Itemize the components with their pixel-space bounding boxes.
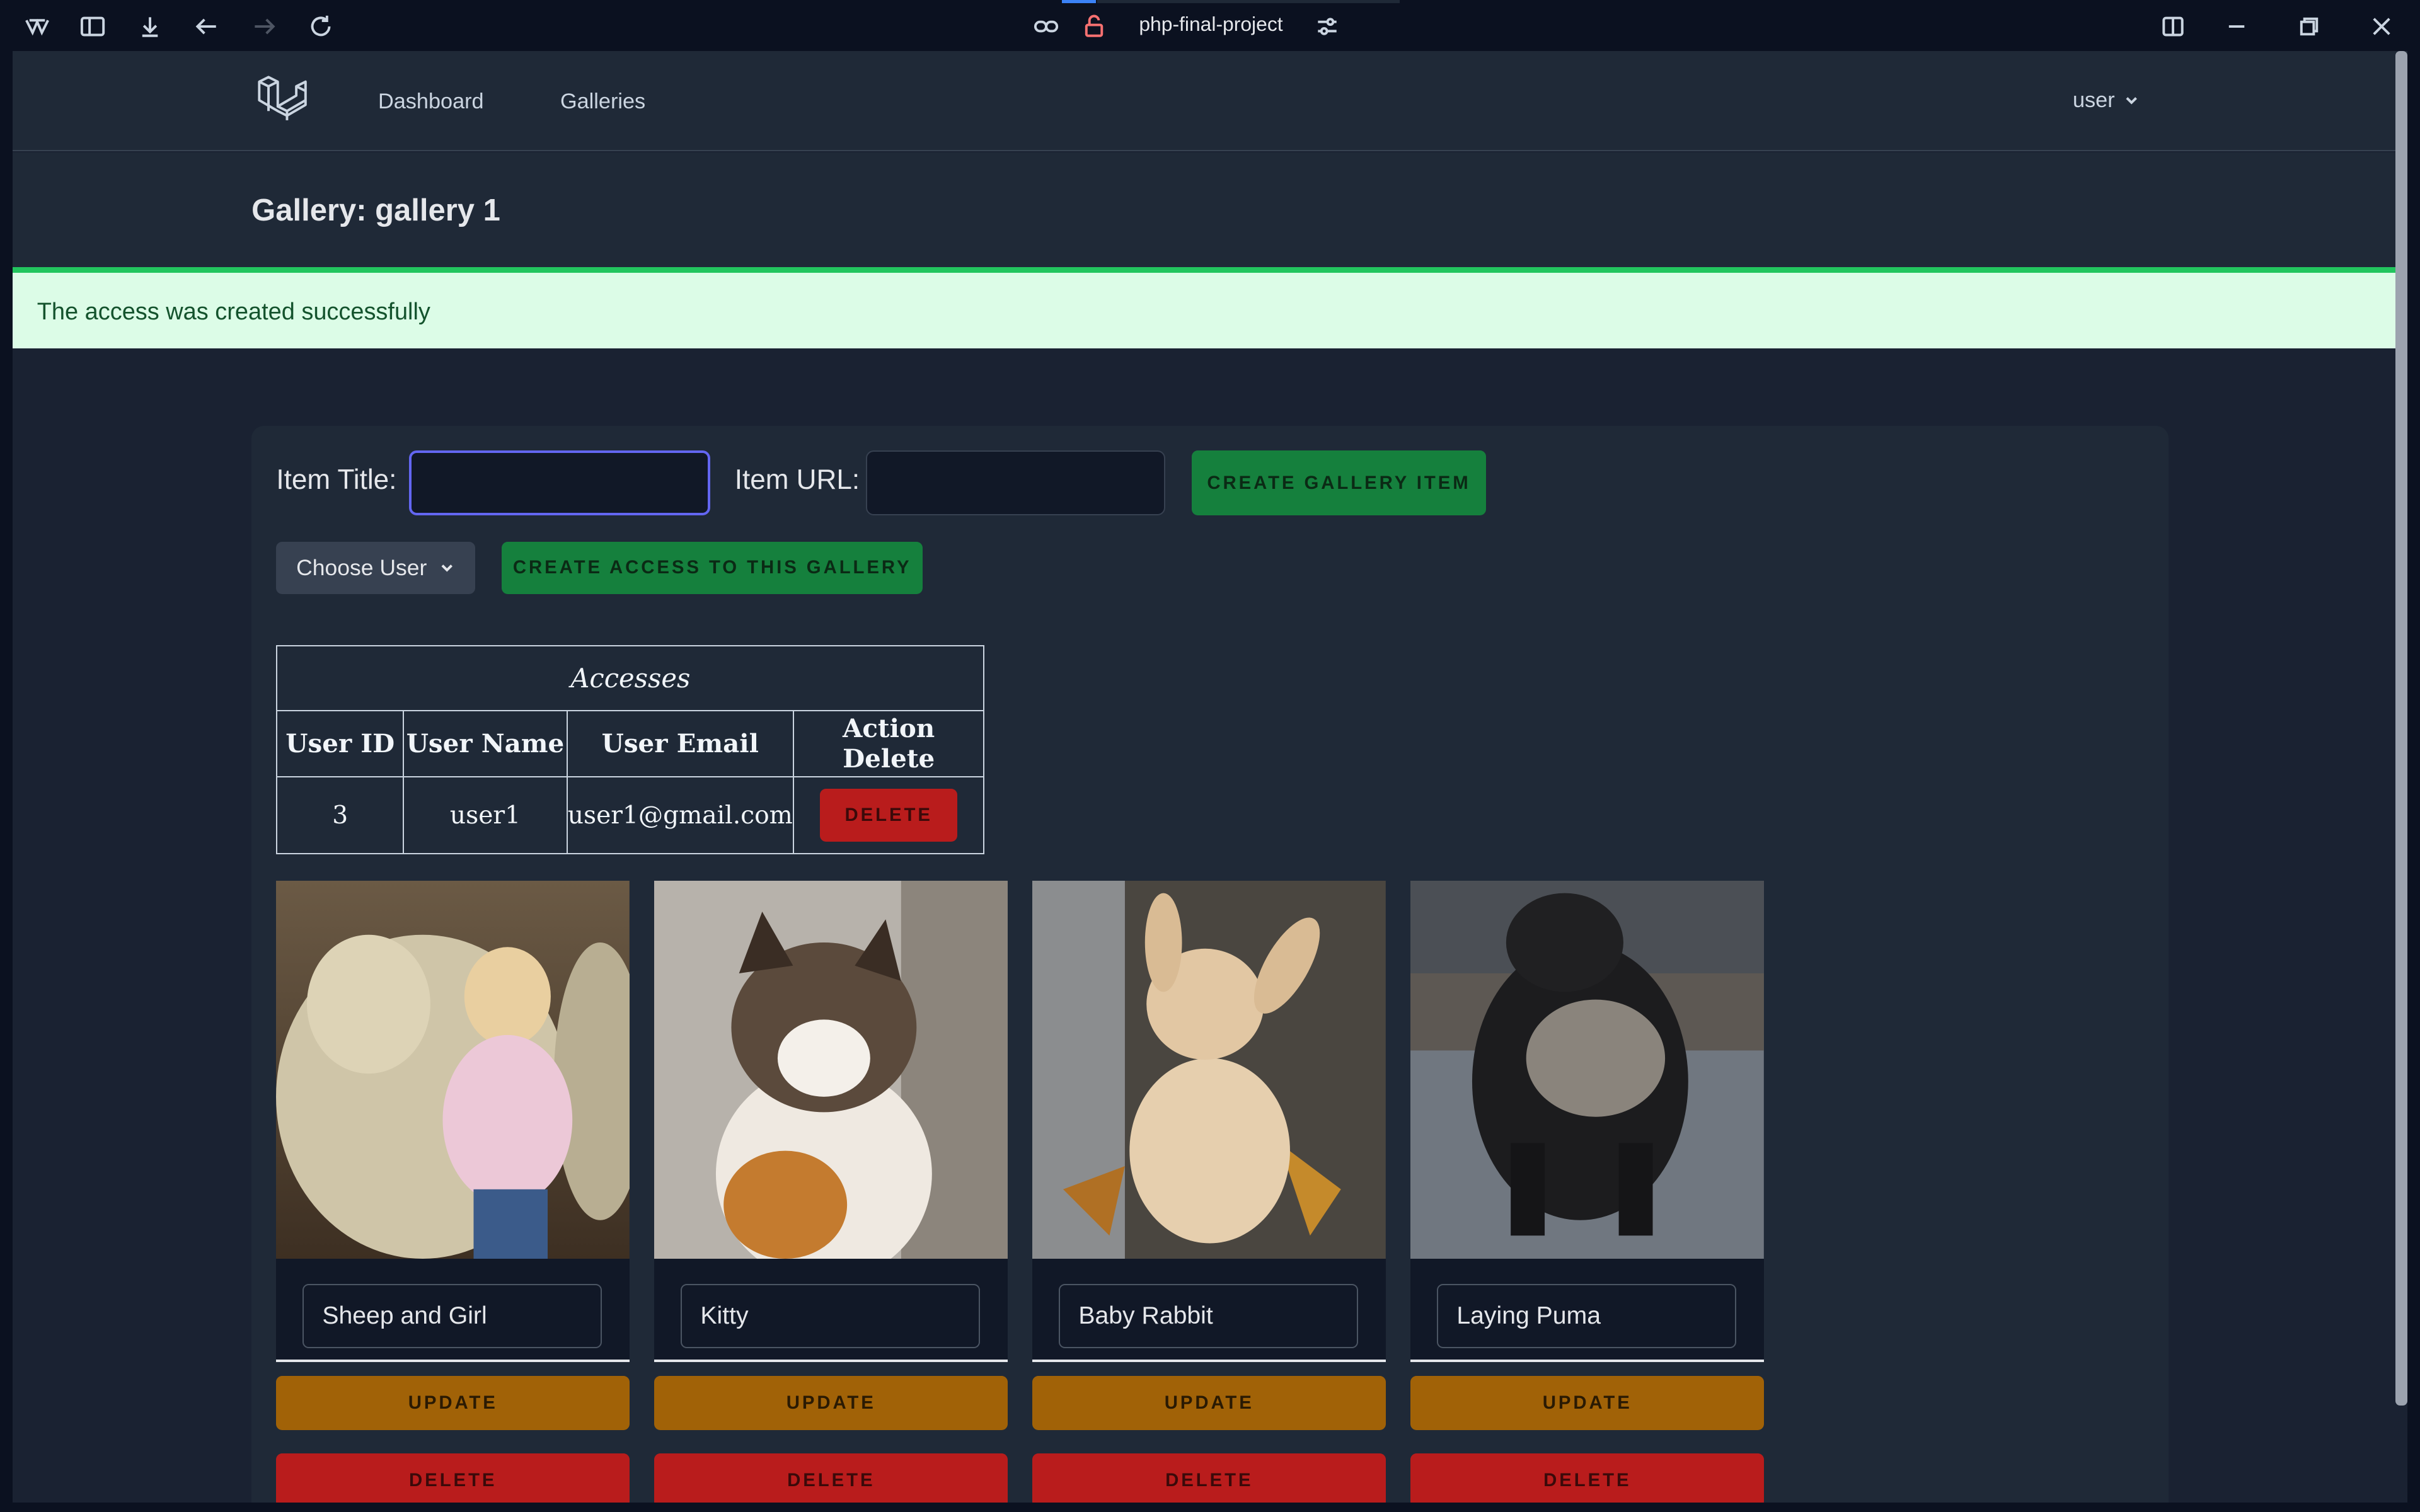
laravel-logo-icon[interactable] — [255, 72, 310, 128]
site-settings-icon[interactable] — [1313, 13, 1341, 40]
user-menu-label: user — [2072, 88, 2115, 112]
gallery-card: Item Title: Item URL: CREATE GALLERY ITE… — [251, 425, 2169, 1503]
update-item-button[interactable]: UPDATE — [1410, 1376, 1765, 1431]
cell-user-name: user1 — [403, 776, 568, 855]
item-title-edit-input[interactable]: Kitty — [680, 1283, 981, 1349]
chevron-down-icon — [2126, 97, 2138, 105]
accesses-table-title: Accesses — [276, 644, 985, 711]
table-row: 3 user1 user1@gmail.com DELETE — [276, 776, 985, 855]
user-menu[interactable]: user — [2073, 88, 2140, 113]
column-header-user-id: User ID — [276, 709, 405, 777]
cell-user-id: 3 — [276, 776, 405, 855]
minimize-icon[interactable] — [2223, 13, 2250, 40]
item-title-edit-input[interactable]: Baby Rabbit — [1058, 1283, 1359, 1349]
link-icon[interactable] — [1032, 13, 1060, 40]
delete-item-button[interactable]: DELETE — [276, 1453, 630, 1503]
item-footer: Laying Puma — [1410, 1259, 1765, 1363]
browser-toolbar: php-final-project — [0, 0, 2420, 51]
sidebar-toggle-icon[interactable] — [79, 13, 107, 40]
item-footer: Kitty — [654, 1259, 1008, 1363]
browser-window: php-final-project Dashboard Galleries us… — [0, 0, 2420, 1512]
create-access-button[interactable]: CREATE ACCESS TO THIS GALLERY — [501, 541, 923, 594]
update-item-button[interactable]: UPDATE — [1032, 1376, 1386, 1431]
item-title-label: Item Title: — [276, 464, 397, 496]
forward-icon[interactable] — [250, 13, 278, 40]
update-item-button[interactable]: UPDATE — [276, 1376, 630, 1431]
close-icon[interactable] — [2368, 13, 2395, 40]
item-title-edit-input[interactable]: Sheep and Girl — [302, 1283, 602, 1349]
item-title-input[interactable] — [408, 450, 710, 515]
delete-access-button[interactable]: DELETE — [820, 789, 958, 842]
gallery-item: Baby Rabbit UPDATE DELETE — [1032, 881, 1386, 1503]
chevron-down-icon — [441, 564, 452, 572]
item-photo-sheep-and-girl — [276, 881, 630, 1259]
update-item-button[interactable]: UPDATE — [654, 1376, 1008, 1431]
browser-logo-icon[interactable] — [23, 13, 51, 40]
page-viewport: Dashboard Galleries user Gallery: galler… — [12, 50, 2408, 1503]
item-photo-kitty — [654, 881, 1008, 1259]
cell-user-email: user1@gmail.com — [566, 776, 794, 855]
address-bar-text[interactable]: php-final-project — [1139, 13, 1282, 36]
gallery-item: Kitty UPDATE DELETE — [654, 881, 1008, 1503]
choose-user-label: Choose User — [296, 554, 427, 580]
top-navigation: Dashboard Galleries user — [12, 50, 2408, 151]
column-header-user-email: User Email — [566, 709, 794, 777]
nav-galleries-link[interactable]: Galleries — [560, 89, 645, 114]
create-gallery-item-button[interactable]: CREATE GALLERY ITEM — [1191, 450, 1487, 515]
item-photo-laying-puma — [1410, 881, 1765, 1259]
restore-icon[interactable] — [2295, 13, 2323, 40]
back-icon[interactable] — [193, 13, 221, 40]
column-header-user-name: User Name — [403, 709, 568, 777]
success-alert: The access was created successfully — [12, 266, 2408, 349]
delete-item-button[interactable]: DELETE — [1032, 1453, 1386, 1503]
gallery-item: Laying Puma UPDATE DELETE — [1410, 881, 1765, 1503]
item-footer: Sheep and Girl — [276, 1259, 630, 1363]
split-view-icon[interactable] — [2159, 13, 2187, 40]
cell-action: DELETE — [792, 776, 985, 855]
page-header: Gallery: gallery 1 — [12, 152, 2408, 267]
downloads-icon[interactable] — [136, 13, 164, 40]
item-url-label: Item URL: — [734, 464, 860, 496]
insecure-lock-icon[interactable] — [1080, 13, 1108, 40]
column-header-action-delete: Action Delete — [792, 709, 985, 777]
tab-strip — [1097, 0, 1400, 3]
item-photo-baby-rabbit — [1032, 881, 1386, 1259]
item-footer: Baby Rabbit — [1032, 1259, 1386, 1363]
choose-user-select[interactable]: Choose User — [276, 541, 476, 594]
delete-item-button[interactable]: DELETE — [654, 1453, 1008, 1503]
item-title-edit-input[interactable]: Laying Puma — [1436, 1283, 1737, 1349]
tab-load-indicator — [1061, 0, 1096, 3]
delete-item-button[interactable]: DELETE — [1410, 1453, 1765, 1503]
gallery-item: Sheep and Girl UPDATE DELETE — [276, 881, 630, 1503]
vertical-scrollbar[interactable] — [2395, 50, 2408, 1406]
reload-icon[interactable] — [307, 13, 335, 40]
nav-dashboard-link[interactable]: Dashboard — [378, 89, 484, 114]
page-title: Gallery: gallery 1 — [251, 193, 500, 228]
accesses-table: Accesses User ID User Name User Email Ac… — [276, 644, 985, 855]
window-bottom-edge — [0, 1503, 2420, 1512]
alert-message: The access was created successfully — [37, 299, 430, 326]
item-url-input[interactable] — [865, 450, 1165, 515]
